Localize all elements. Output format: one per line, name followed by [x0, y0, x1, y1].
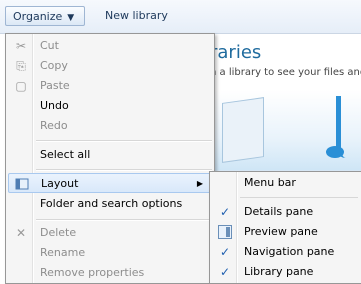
menu-item-paste[interactable]: ▢ Paste — [8, 76, 212, 96]
checkmark-icon: ✓ — [219, 205, 231, 219]
delete-icon: ✕ — [15, 226, 27, 240]
submenu-item-label: Library pane — [244, 265, 314, 278]
preview-pane-icon — [218, 225, 232, 239]
menu-item-label: Copy — [40, 59, 68, 72]
menu-separator — [36, 219, 212, 221]
menu-item-label: Select all — [40, 148, 91, 161]
menu-item-label: Remove properties — [40, 266, 145, 279]
submenu-item-label: Navigation pane — [244, 245, 335, 258]
menu-separator — [36, 140, 212, 142]
submenu-arrow-icon: ▶ — [196, 179, 203, 188]
menu-item-layout[interactable]: Layout ▶ — [8, 173, 212, 193]
submenu-item-details-pane[interactable]: ✓ Details pane — [212, 202, 360, 222]
menu-item-label: Cut — [40, 39, 59, 52]
menu-item-folder-options[interactable]: Folder and search options — [8, 194, 212, 214]
new-library-button[interactable]: New library — [98, 6, 175, 26]
menu-separator — [240, 197, 358, 198]
menu-item-label: Delete — [40, 226, 77, 239]
documents-icon — [222, 97, 264, 163]
submenu-item-library-pane[interactable]: ✓ Library pane — [212, 262, 360, 282]
submenu-item-label: Details pane — [244, 205, 314, 218]
menu-separator — [36, 169, 212, 171]
checkmark-icon: ✓ — [219, 245, 231, 259]
submenu-item-preview-pane[interactable]: Preview pane — [212, 222, 360, 242]
checkmark-icon: ✓ — [219, 265, 231, 279]
layout-submenu: Menu bar ✓ Details pane Preview pane ✓ N… — [209, 171, 361, 284]
submenu-item-label: Preview pane — [244, 225, 318, 238]
dropdown-arrow-icon: ▼ — [67, 13, 75, 23]
menu-item-label: Layout — [41, 177, 79, 190]
page-title: raries — [210, 42, 262, 63]
clipboard-icon: ▢ — [15, 79, 27, 93]
organize-label: Organize — [13, 10, 63, 23]
music-note-head — [326, 146, 344, 158]
menu-item-delete[interactable]: ✕ Delete — [8, 223, 212, 243]
menu-item-label: Redo — [40, 119, 68, 132]
menu-item-label: Undo — [40, 99, 69, 112]
submenu-item-navigation-pane[interactable]: ✓ Navigation pane — [212, 242, 360, 262]
menu-item-label: Folder and search options — [40, 197, 183, 210]
command-bar: Organize ▼ New library — [0, 0, 361, 34]
page-subtitle: n a library to see your files and — [210, 67, 361, 78]
scissors-icon: ✂ — [15, 39, 27, 53]
layout-icon — [15, 177, 29, 191]
organize-button[interactable]: Organize ▼ — [5, 6, 85, 26]
menu-item-cut[interactable]: ✂ Cut — [8, 36, 212, 56]
menu-item-select-all[interactable]: Select all — [8, 145, 212, 165]
organize-menu: ✂ Cut ⎘ Copy ▢ Paste Undo Redo Select al… — [5, 33, 215, 284]
menu-item-undo[interactable]: Undo — [8, 96, 212, 116]
menu-item-label: Rename — [40, 246, 86, 259]
menu-item-redo[interactable]: Redo — [8, 116, 212, 136]
copy-icon: ⎘ — [16, 59, 26, 73]
menu-item-copy[interactable]: ⎘ Copy — [8, 56, 212, 76]
submenu-item-menu-bar[interactable]: Menu bar — [212, 173, 360, 193]
menu-item-rename[interactable]: Rename — [8, 243, 212, 263]
submenu-item-label: Menu bar — [244, 176, 296, 189]
menu-item-remove-properties[interactable]: Remove properties — [8, 263, 212, 283]
menu-item-label: Paste — [40, 79, 70, 92]
